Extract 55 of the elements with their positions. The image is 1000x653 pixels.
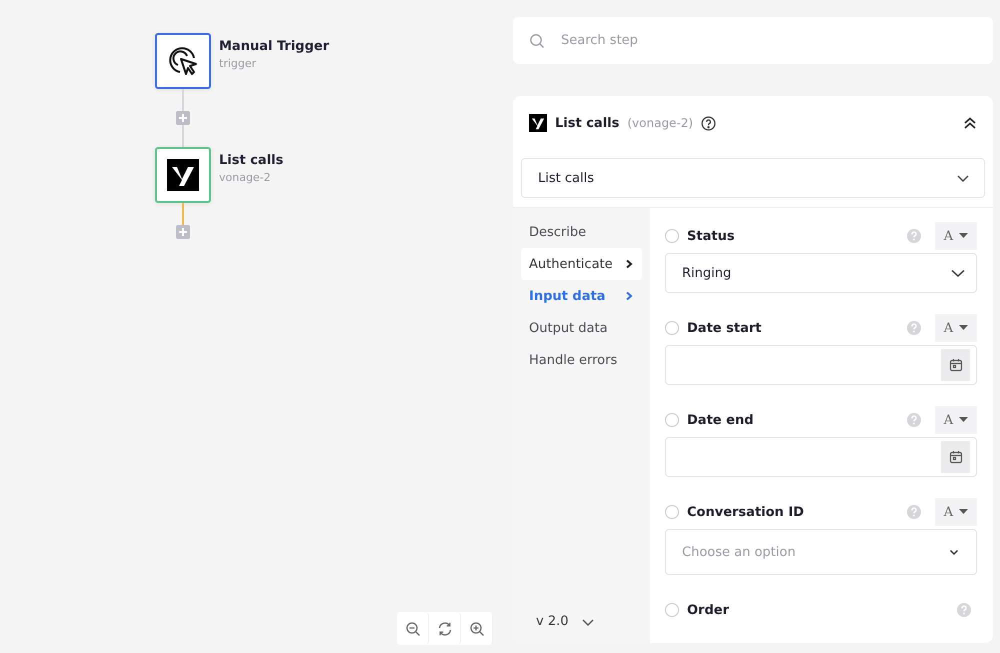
nav-tab[interactable]: Handle errors	[521, 344, 642, 376]
radio-button[interactable]	[665, 229, 679, 243]
zoom-out-icon	[404, 620, 420, 636]
select-field[interactable]: Ringing	[665, 253, 977, 293]
refresh-icon	[436, 620, 452, 636]
cursor-click-icon	[167, 45, 199, 77]
mode-dropdown[interactable]: A	[935, 498, 977, 526]
calendar-button[interactable]	[941, 349, 970, 381]
calendar-icon	[948, 450, 962, 464]
step-title: List calls	[555, 116, 620, 130]
caret-down-icon	[959, 325, 968, 331]
nav-tab[interactable]: Output data	[521, 312, 642, 344]
v-logo-icon	[529, 114, 547, 132]
v-logo-icon	[167, 159, 199, 191]
add-step-icon[interactable]	[176, 225, 190, 239]
version-dropdown[interactable]: v 2.0	[521, 614, 610, 629]
field-label: Date start	[687, 320, 762, 336]
node-title: Manual Trigger	[219, 39, 330, 54]
node-title: List calls	[219, 153, 284, 168]
node-subtitle: vonage-2	[219, 171, 272, 184]
action-dropdown[interactable]: List calls	[521, 158, 985, 198]
radio-button[interactable]	[665, 321, 679, 335]
zoom-in-icon	[468, 620, 484, 636]
nav-tab[interactable]: Authenticate	[521, 248, 642, 280]
mode-dropdown[interactable]: A	[935, 222, 977, 250]
date-field[interactable]	[665, 437, 977, 477]
node-subtitle: trigger	[219, 57, 258, 70]
caret-down-icon	[959, 509, 968, 515]
field-label: Date end	[687, 412, 754, 428]
calendar-icon	[948, 358, 962, 372]
collapse-icon[interactable]	[963, 116, 977, 130]
field-label: Status	[687, 228, 736, 244]
search-icon	[529, 32, 545, 48]
add-step-icon[interactable]	[176, 111, 190, 125]
radio-button[interactable]	[665, 603, 679, 617]
field-label: Conversation ID	[687, 504, 805, 520]
radio-button[interactable]	[665, 413, 679, 427]
app-name: (vonage-2)	[627, 116, 694, 130]
search-input[interactable]: Search step	[559, 32, 977, 49]
chevron-right-icon	[624, 259, 634, 269]
chevron-right-icon	[624, 291, 634, 301]
nav-tab[interactable]: Describe	[521, 216, 642, 248]
mode-dropdown[interactable]: A	[935, 406, 977, 434]
caret-down-icon	[959, 417, 968, 423]
radio-button[interactable]	[665, 505, 679, 519]
date-field[interactable]	[665, 345, 977, 385]
help-icon[interactable]	[701, 116, 716, 130]
calendar-button[interactable]	[941, 441, 970, 473]
search-field[interactable]: Search step	[513, 17, 993, 64]
caret-down-icon	[959, 233, 968, 239]
step-node[interactable]	[155, 33, 211, 89]
step-node[interactable]	[155, 147, 211, 203]
nav-tab[interactable]: Input data	[521, 280, 642, 312]
mode-dropdown[interactable]: A	[935, 314, 977, 342]
field-label: Order	[687, 602, 730, 618]
